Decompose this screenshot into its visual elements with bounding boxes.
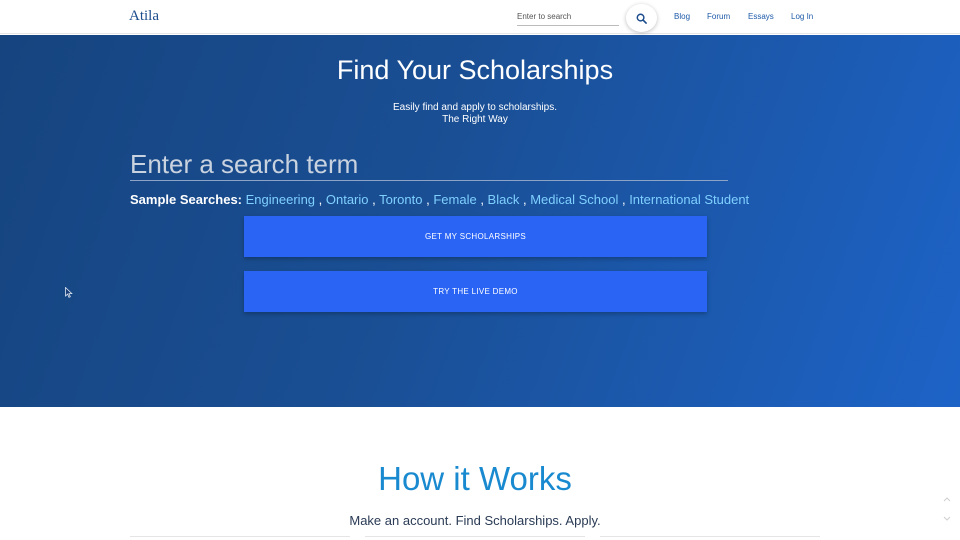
sample-searches: Sample Searches: Engineering , Ontario ,…: [130, 192, 750, 207]
brand-logo[interactable]: Atila: [129, 8, 159, 25]
hero-tagline: The Right Way: [442, 114, 508, 125]
step-card: [130, 536, 350, 540]
how-it-works-title: How it Works: [378, 460, 572, 497]
sample-search-medical-school[interactable]: Medical School: [530, 192, 618, 207]
hero-subtitle: Easily find and apply to scholarships.: [393, 102, 557, 113]
sample-search-female[interactable]: Female: [433, 192, 476, 207]
scholarship-search-input[interactable]: [130, 149, 728, 181]
sample-search-international-student[interactable]: International Student: [629, 192, 749, 207]
mouse-cursor-icon: [65, 287, 73, 298]
sample-search-ontario[interactable]: Ontario: [326, 192, 369, 207]
nav-link-forum[interactable]: Forum: [707, 12, 730, 21]
try-live-demo-button[interactable]: TRY THE LIVE DEMO: [244, 271, 707, 312]
hero-section: Find Your Scholarships Easily find and a…: [0, 35, 960, 407]
nav-link-blog[interactable]: Blog: [674, 12, 690, 21]
sample-search-toronto[interactable]: Toronto: [379, 192, 422, 207]
top-navbar: Atila Blog Forum Essays Log In: [0, 0, 960, 34]
how-it-works-subtitle: Make an account. Find Scholarships. Appl…: [349, 513, 601, 528]
sample-search-black[interactable]: Black: [488, 192, 520, 207]
hero-title: Find Your Scholarships: [336, 55, 614, 85]
nav-search-input[interactable]: [517, 8, 619, 26]
nav-search-button[interactable]: [626, 4, 657, 32]
step-card: [600, 536, 820, 540]
search-icon: [636, 13, 647, 24]
chevron-up-icon[interactable]: [942, 497, 952, 521]
nav-link-essays[interactable]: Essays: [748, 12, 774, 21]
get-my-scholarships-button[interactable]: GET MY SCHOLARSHIPS: [244, 216, 707, 257]
sample-search-engineering[interactable]: Engineering: [246, 192, 315, 207]
step-card: [365, 536, 585, 540]
sample-searches-label: Sample Searches:: [130, 192, 243, 207]
nav-link-login[interactable]: Log In: [791, 12, 813, 21]
